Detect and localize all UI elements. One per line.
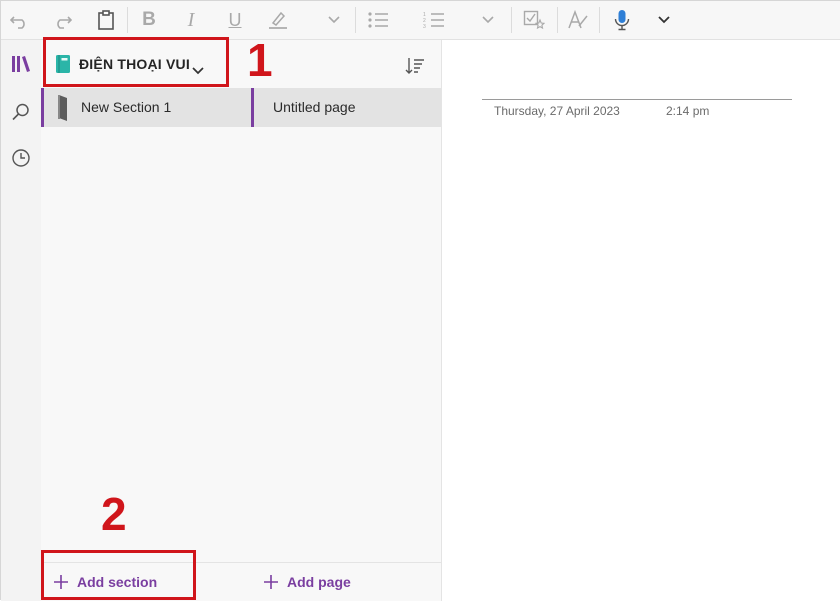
list-item[interactable]: Untitled page bbox=[251, 88, 441, 127]
todo-tag-icon[interactable] bbox=[519, 1, 549, 39]
page-canvas[interactable]: Thursday, 27 April 2023 2:14 pm bbox=[442, 40, 840, 601]
sections-pane: ĐIỆN THOẠI VUI New Section 1 Add section bbox=[41, 40, 252, 601]
clipboard-icon[interactable] bbox=[91, 1, 121, 39]
annotation-marker-2: 2 bbox=[101, 488, 127, 540]
bullet-list-icon[interactable] bbox=[363, 1, 393, 39]
undo-icon[interactable] bbox=[5, 1, 35, 39]
navigation-rail bbox=[1, 40, 42, 601]
app-window: B I U 123 ĐIỆN THOẠI VUI New Section 1 A… bbox=[0, 0, 840, 601]
section-tab-icon bbox=[56, 93, 70, 128]
redo-icon[interactable] bbox=[47, 1, 77, 39]
section-label: New Section 1 bbox=[81, 99, 172, 115]
page-label: Untitled page bbox=[273, 99, 356, 115]
toolbar-divider bbox=[511, 7, 512, 33]
annotation-box-1 bbox=[43, 37, 229, 87]
add-page-label: Add page bbox=[287, 574, 351, 590]
styles-icon[interactable] bbox=[563, 1, 593, 39]
chevron-down-icon[interactable] bbox=[321, 1, 347, 39]
ribbon-toolbar: B I U 123 bbox=[1, 1, 840, 40]
page-time: 2:14 pm bbox=[666, 104, 710, 118]
sort-button[interactable] bbox=[401, 53, 429, 79]
annotation-marker-1: 1 bbox=[247, 34, 273, 86]
add-page-button[interactable]: Add page bbox=[251, 562, 441, 601]
underline-icon[interactable]: U bbox=[221, 1, 249, 39]
svg-text:3: 3 bbox=[423, 24, 426, 29]
list-item[interactable]: New Section 1 bbox=[41, 88, 251, 127]
microphone-icon[interactable] bbox=[607, 1, 637, 39]
pages-pane: Untitled page Add page bbox=[251, 40, 442, 601]
toolbar-divider bbox=[557, 7, 558, 33]
toolbar-divider bbox=[355, 7, 356, 33]
toolbar-divider bbox=[127, 7, 128, 33]
notebooks-icon[interactable] bbox=[1, 44, 41, 84]
bold-icon[interactable]: B bbox=[135, 1, 163, 39]
chevron-down-icon[interactable] bbox=[475, 1, 501, 39]
toolbar-divider bbox=[599, 7, 600, 33]
page-date: Thursday, 27 April 2023 bbox=[494, 104, 620, 118]
numbered-list-icon[interactable]: 123 bbox=[419, 1, 449, 39]
recent-icon[interactable] bbox=[1, 138, 41, 178]
sort-icon bbox=[405, 58, 424, 74]
search-icon[interactable] bbox=[1, 92, 41, 132]
plus-icon bbox=[263, 574, 279, 590]
italic-icon[interactable]: I bbox=[177, 1, 205, 39]
page-title-underline bbox=[482, 99, 792, 100]
chevron-down-icon[interactable] bbox=[651, 1, 677, 39]
annotation-box-2 bbox=[41, 550, 196, 600]
